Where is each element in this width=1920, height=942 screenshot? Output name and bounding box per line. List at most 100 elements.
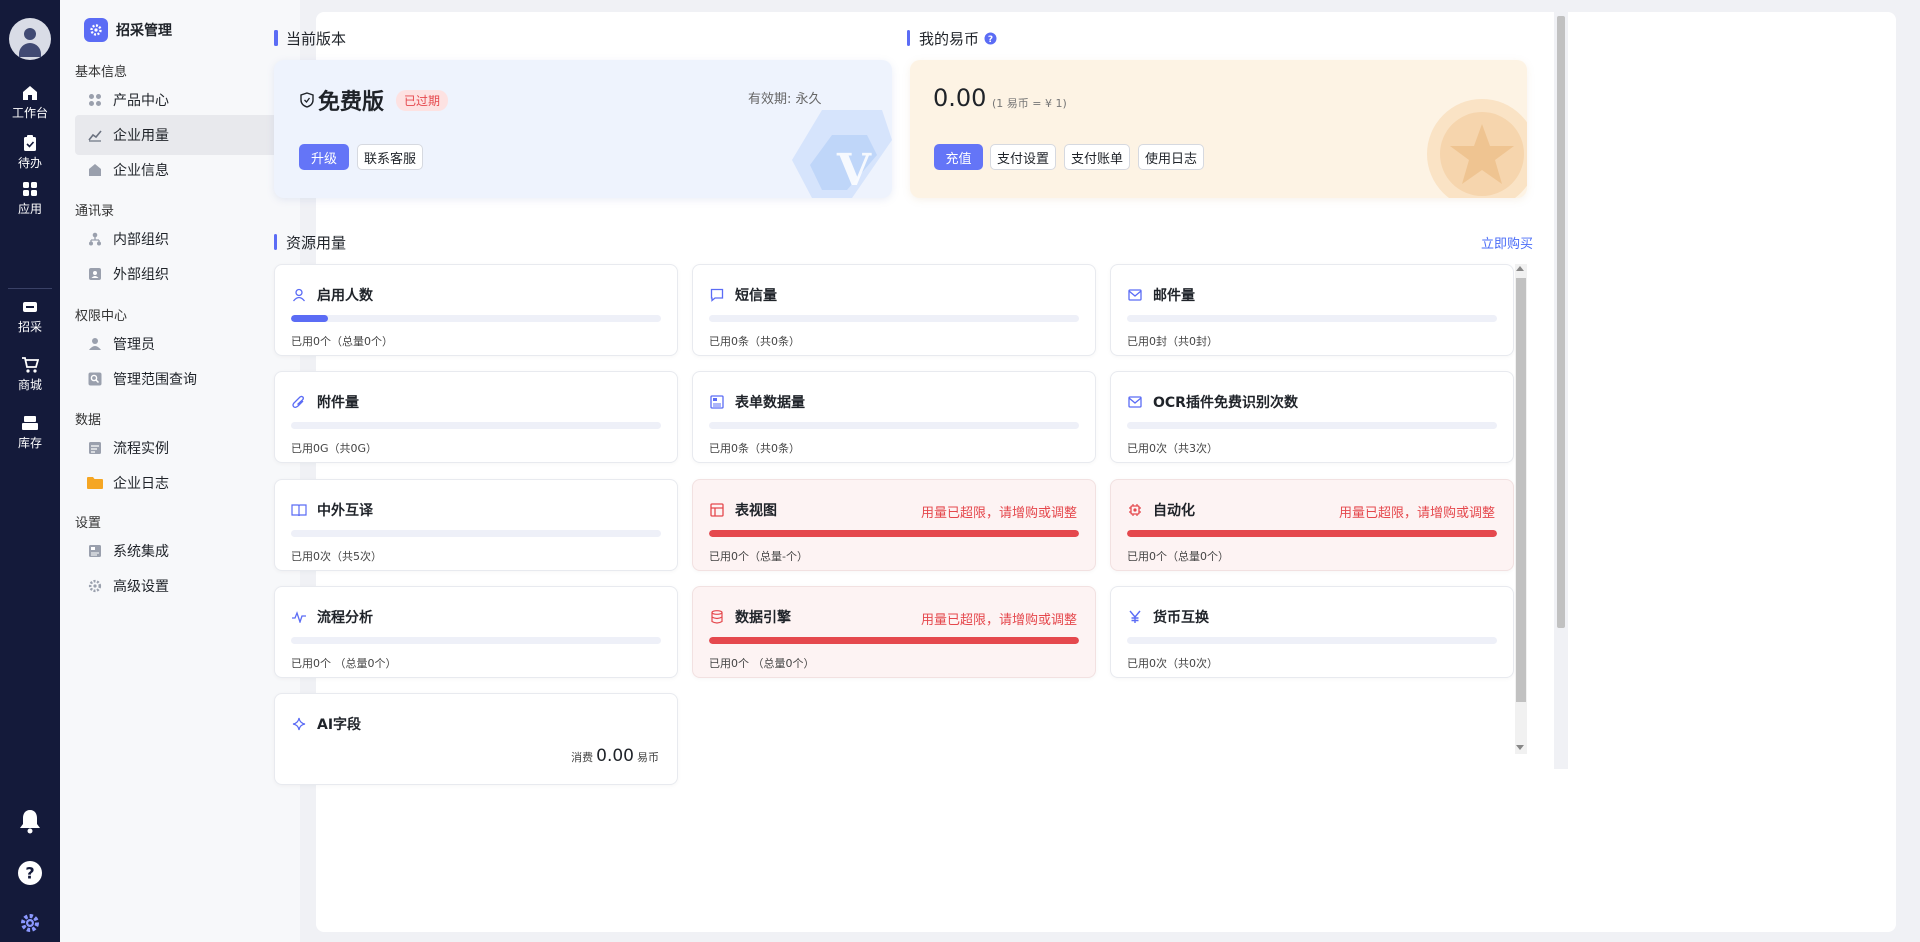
procurement-icon	[23, 302, 37, 312]
coin-rate: (1 易币 = ¥ 1)	[992, 97, 1067, 110]
sidebar-item-label: 企业日志	[113, 476, 169, 492]
rail-item-todo[interactable]: 待办	[0, 134, 60, 184]
sidebar-item-scope-query[interactable]: 管理范围查询	[75, 359, 295, 399]
version-card: 免费版 已过期 有效期: 永久 升级 联系客服 V	[274, 60, 892, 198]
sidebar-item-label: 产品中心	[113, 93, 169, 109]
resource-card: AI字段 消费 0.00 易币	[274, 693, 678, 785]
org-tree-icon	[87, 231, 103, 247]
notification-button[interactable]	[0, 808, 60, 838]
book-icon	[291, 502, 307, 518]
rail-item-workbench[interactable]: 工作台	[0, 84, 60, 134]
usage-progress-fill	[709, 530, 1079, 537]
rail-item-label: 商城	[17, 378, 42, 392]
settings-button[interactable]	[0, 912, 60, 938]
home-icon	[23, 86, 37, 100]
apps-grid-icon	[87, 92, 103, 108]
page-scrollbar-thumb[interactable]	[1557, 16, 1565, 628]
resource-card-title: 表视图	[735, 503, 777, 519]
mail-icon	[1127, 287, 1143, 303]
scroll-up-arrow[interactable]	[1516, 266, 1524, 271]
overlimit-warning: 用量已超限，请增购或调整	[920, 506, 1077, 521]
payment-bills-button[interactable]: 支付账单	[1064, 144, 1130, 170]
usage-progress-bar	[291, 315, 661, 322]
contact-card-icon	[87, 266, 103, 282]
sidebar-item-label: 流程实例	[113, 441, 169, 457]
usage-progress-bar	[1127, 422, 1497, 429]
sidebar-item-product-center[interactable]: 产品中心	[75, 80, 295, 120]
scroll-down-arrow[interactable]	[1516, 745, 1524, 750]
section-title-version: 当前版本	[274, 28, 346, 49]
usage-progress-fill	[291, 315, 328, 322]
resource-card-header: 中外互译	[291, 500, 373, 520]
gear-icon	[84, 18, 108, 42]
resource-scrollbar-thumb[interactable]	[1516, 278, 1526, 702]
rail-item-label: 应用	[17, 202, 42, 216]
rail-item-mall[interactable]: 商城	[0, 356, 60, 406]
chip-icon	[1127, 502, 1143, 518]
section-title-coins-text: 我的易币	[919, 30, 980, 48]
contact-support-button[interactable]: 联系客服	[357, 144, 423, 170]
help-icon: ?	[18, 861, 42, 885]
usage-text: 已用0封（共0封）	[1127, 335, 1218, 348]
sidebar-item-enterprise-usage[interactable]: 企业用量	[75, 115, 295, 155]
sidebar-item-admin[interactable]: 管理员	[75, 324, 295, 364]
database-icon	[709, 609, 725, 625]
user-icon	[291, 287, 307, 303]
table-view-icon	[709, 502, 725, 518]
resource-card-header: 自动化	[1127, 500, 1195, 520]
integration-icon	[87, 543, 103, 559]
shield-icon	[300, 92, 314, 108]
resource-card: 货币互换 已用0次（共0次）	[1110, 586, 1514, 678]
sidebar-title: 招采管理	[84, 18, 172, 42]
resource-card: 流程分析已用0个 （总量0个）	[274, 586, 678, 678]
recharge-button[interactable]: 充值	[934, 144, 983, 170]
usage-progress-bar	[709, 315, 1079, 322]
group-label: 通讯录	[75, 204, 115, 219]
usage-text: 已用0个 （总量0个）	[291, 657, 397, 670]
usage-log-button[interactable]: 使用日志	[1138, 144, 1204, 170]
resource-card-header: 邮件量	[1127, 285, 1195, 305]
resource-card: 启用人数 已用0个（总量0个）	[274, 264, 678, 356]
gear-icon	[87, 578, 103, 594]
payment-settings-button[interactable]: 支付设置	[990, 144, 1056, 170]
buy-now-link[interactable]: 立即购买	[1481, 233, 1533, 252]
sidebar-title-text: 招采管理	[116, 23, 172, 39]
rail-divider	[8, 288, 52, 289]
group-label: 权限中心	[75, 309, 128, 324]
rail-item-inventory[interactable]: 库存	[0, 414, 60, 464]
sidebar-item-internal-org[interactable]: 内部组织	[75, 219, 295, 259]
rail-item-label: 工作台	[11, 106, 48, 120]
upgrade-button[interactable]: 升级	[299, 144, 349, 170]
resource-card: 短信量 已用0条（共0条）	[692, 264, 1096, 356]
version-v-logo: V	[792, 110, 892, 198]
pulse-icon	[291, 609, 307, 625]
sidebar-item-enterprise-info[interactable]: 企业信息	[75, 150, 295, 190]
rail-item-apps[interactable]: 应用	[0, 180, 60, 230]
resource-card-header: 流程分析	[291, 607, 373, 627]
mail-icon	[1127, 394, 1143, 410]
help-button[interactable]: ?	[0, 860, 60, 890]
gear-icon	[21, 914, 39, 932]
form-icon	[709, 394, 725, 410]
inventory-icon	[22, 416, 38, 430]
resource-card-header: AI字段	[291, 714, 361, 734]
help-icon[interactable]: ?	[984, 32, 997, 45]
group-label: 基本信息	[75, 65, 128, 80]
svg-text:?: ?	[988, 35, 993, 45]
paperclip-icon	[291, 394, 307, 410]
sidebar-item-enterprise-log[interactable]: 企业日志	[75, 463, 295, 503]
sidebar-item-advanced-settings[interactable]: 高级设置	[75, 566, 295, 606]
search-icon	[87, 371, 103, 387]
sidebar-item-process-instance[interactable]: 流程实例	[75, 428, 295, 468]
sidebar-item-system-integration[interactable]: 系统集成	[75, 531, 295, 571]
sidebar-item-external-org[interactable]: 外部组织	[75, 254, 295, 294]
resource-card-title: AI字段	[317, 717, 362, 733]
section-title-coins: 我的易币 ?	[907, 28, 997, 49]
rail-item-label: 库存	[17, 436, 42, 450]
cart-icon	[22, 357, 39, 373]
yen-icon	[1127, 609, 1143, 625]
rail-item-procurement[interactable]: 招采	[0, 298, 60, 348]
user-avatar[interactable]	[9, 18, 51, 60]
resource-card: 自动化 用量已超限，请增购或调整 已用0个（总量0个）	[1110, 479, 1514, 571]
version-name-text: 免费版	[318, 90, 385, 115]
